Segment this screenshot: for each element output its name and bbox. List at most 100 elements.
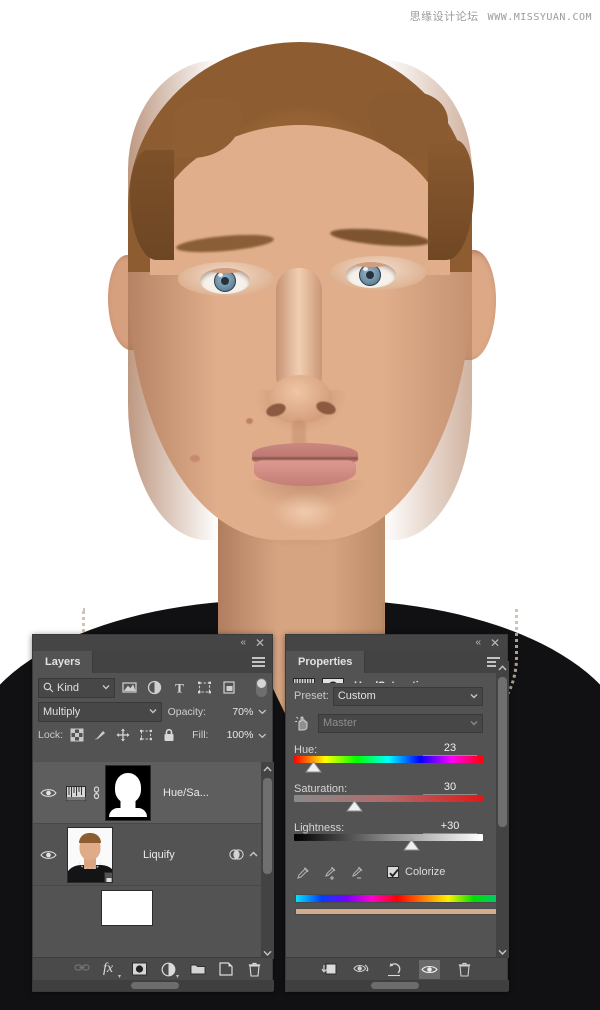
delete-layer-icon[interactable]	[248, 962, 263, 977]
hue-value[interactable]: 23	[423, 742, 477, 756]
lightness-slider-track[interactable]	[294, 834, 483, 841]
panel-menu-icon[interactable]	[252, 657, 265, 667]
shape-filter-icon[interactable]	[197, 680, 212, 695]
lock-label: Lock:	[38, 729, 63, 741]
table-row[interactable]: Liquify	[33, 824, 274, 886]
scrollbar-thumb[interactable]	[263, 778, 272, 874]
watermark: 思缘设计论坛 WWW.MISSYUAN.COM	[410, 8, 592, 24]
chin-highlight	[272, 492, 338, 532]
reset-adjustment-icon[interactable]	[386, 962, 401, 977]
properties-scrollbar[interactable]	[496, 661, 509, 958]
tab-layers[interactable]: Layers	[33, 651, 93, 673]
hue-slider-track[interactable]	[294, 756, 483, 763]
link-layers-icon[interactable]	[74, 962, 89, 977]
scrollbar-thumb[interactable]	[371, 982, 419, 989]
left-eyelid	[200, 268, 250, 273]
eye-icon[interactable]	[33, 787, 63, 799]
delete-adjustment-icon[interactable]	[458, 962, 473, 977]
lock-position-icon[interactable]	[116, 728, 130, 742]
clip-to-layer-icon[interactable]	[320, 962, 335, 977]
preset-select[interactable]: Custom	[333, 687, 483, 706]
double-chevron-left-icon[interactable]: «	[240, 637, 246, 649]
lock-artboard-icon[interactable]	[139, 728, 153, 742]
channel-select[interactable]: Master	[318, 714, 483, 733]
link-mask-icon[interactable]	[90, 786, 102, 800]
saturation-label: Saturation:	[294, 783, 347, 795]
layers-hscrollbar[interactable]	[33, 980, 274, 991]
smart-filter-icon[interactable]	[229, 848, 244, 861]
lock-all-icon[interactable]	[162, 728, 176, 742]
eye-icon[interactable]	[33, 849, 63, 861]
scrollbar-thumb[interactable]	[131, 982, 179, 989]
saturation-slider-track[interactable]	[294, 795, 483, 802]
new-group-icon[interactable]	[190, 962, 205, 977]
fill-chevron-down-icon[interactable]	[258, 731, 267, 740]
scroll-up-arrow[interactable]	[496, 661, 509, 674]
chevron-down-icon	[470, 692, 478, 700]
colorize-checkbox-box[interactable]	[387, 866, 399, 878]
mask-shoulder	[109, 808, 147, 817]
lip-line	[252, 457, 358, 460]
preset-value: Custom	[338, 690, 376, 702]
lightness-slider-thumb[interactable]	[403, 839, 420, 851]
view-previous-state-icon[interactable]	[353, 962, 368, 977]
close-icon[interactable]: ✕	[490, 637, 500, 649]
spectrum-bar	[295, 894, 500, 903]
type-filter-icon[interactable]: T	[172, 680, 187, 695]
adjustment-layer-thumb[interactable]	[63, 765, 87, 821]
chevron-up-icon	[263, 766, 272, 772]
filter-enable-toggle[interactable]	[256, 678, 267, 697]
opacity-chevron-down-icon[interactable]	[258, 707, 267, 716]
white-layer-thumb[interactable]	[101, 890, 153, 926]
properties-hscrollbar[interactable]	[286, 980, 509, 991]
add-mask-icon[interactable]	[132, 962, 147, 977]
layer-list-scrollbar[interactable]	[261, 762, 274, 959]
preset-label: Preset:	[294, 690, 329, 702]
scrollbar-thumb[interactable]	[498, 677, 507, 827]
tab-layers-label: Layers	[45, 656, 80, 668]
lock-transparency-icon[interactable]	[70, 728, 84, 742]
blend-mode-select[interactable]: Multiply	[38, 702, 162, 722]
right-iris	[359, 264, 381, 286]
hue-label: Hue:	[294, 744, 317, 756]
adjustment-filter-icon[interactable]	[147, 680, 162, 695]
eyedropper-row: Colorize	[286, 858, 509, 886]
right-eye	[346, 262, 396, 288]
layers-tabstrip: Layers	[33, 651, 272, 673]
table-row[interactable]: Hue/Sa...	[33, 762, 274, 824]
hue-slider-thumb[interactable]	[305, 761, 322, 773]
close-icon[interactable]: ✕	[255, 637, 265, 649]
table-row[interactable]	[33, 886, 274, 930]
add-fx-icon[interactable]: fx ▾	[103, 962, 118, 977]
eyedropper-add-icon[interactable]	[323, 865, 338, 880]
saturation-slider-thumb[interactable]	[346, 800, 363, 812]
layers-bottom-toolbar: fx ▾ ▾	[33, 957, 272, 980]
layer-mask-thumb[interactable]	[105, 765, 151, 821]
range-bar	[295, 908, 500, 915]
fill-value[interactable]: 100%	[211, 729, 253, 741]
toggle-visibility-icon[interactable]	[419, 960, 440, 979]
lightness-value[interactable]: +30	[423, 820, 477, 834]
eyedropper-icon[interactable]	[296, 865, 311, 880]
properties-panel-titlebar: « ✕	[286, 635, 507, 651]
new-layer-icon[interactable]	[219, 962, 234, 977]
eyedropper-subtract-icon[interactable]	[350, 865, 365, 880]
expand-chevron-icon[interactable]	[249, 850, 258, 859]
image-filter-icon[interactable]	[122, 680, 137, 695]
colorize-checkbox[interactable]: Colorize	[387, 866, 445, 878]
chevron-down-icon	[498, 949, 507, 955]
opacity-value[interactable]: 70%	[209, 706, 253, 718]
channel-row: Master	[286, 709, 509, 737]
scroll-up-arrow[interactable]	[261, 762, 274, 775]
layer-kind-select[interactable]: Kind	[38, 678, 115, 698]
double-chevron-left-icon[interactable]: «	[475, 637, 481, 649]
on-image-adjust-icon[interactable]	[294, 714, 312, 732]
search-icon	[43, 682, 54, 693]
lock-image-icon[interactable]	[93, 728, 107, 742]
saturation-value[interactable]: 30	[423, 781, 477, 795]
properties-panel: « ✕ Properties Hue/Saturation Preset:	[285, 634, 508, 992]
tab-properties[interactable]: Properties	[286, 651, 365, 673]
photo-thumb[interactable]	[67, 827, 113, 883]
smart-object-filter-icon[interactable]	[222, 680, 237, 695]
new-adjustment-icon[interactable]: ▾	[161, 962, 176, 977]
